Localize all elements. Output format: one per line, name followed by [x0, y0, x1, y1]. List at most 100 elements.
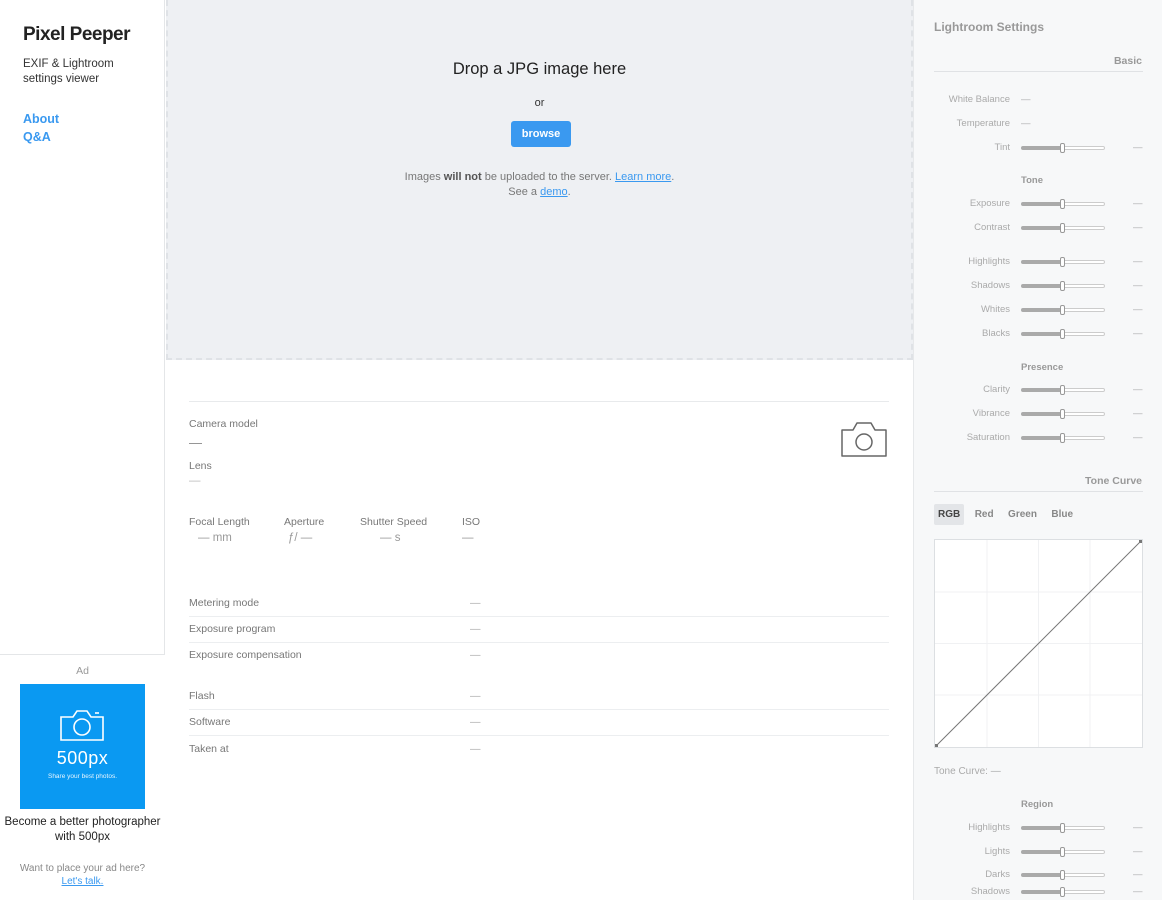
saturation-slider[interactable]	[1021, 433, 1105, 443]
setting-value: —	[1133, 886, 1143, 897]
exposure-slider[interactable]	[1021, 199, 1105, 209]
shadows-slider[interactable]	[1021, 281, 1105, 291]
ad-brand-sub: Share your best photos.	[47, 773, 117, 780]
region-darks-slider[interactable]	[1021, 870, 1105, 880]
slider-handle[interactable]	[1060, 433, 1065, 443]
highlights-slider[interactable]	[1021, 257, 1105, 267]
setting-value: —	[1133, 408, 1143, 419]
ad-label: Ad	[76, 665, 89, 677]
section-divider	[934, 71, 1143, 72]
lightroom-title: Lightroom Settings	[934, 20, 1044, 34]
exif-row-value: —	[470, 690, 481, 702]
setting-vibrance: Vibrance —	[914, 406, 1162, 422]
browse-button[interactable]: browse	[511, 121, 571, 147]
setting-temperature: Temperature —	[914, 116, 1162, 132]
nav-link-about[interactable]: About	[23, 110, 59, 128]
tab-blue[interactable]: Blue	[1047, 504, 1077, 525]
exif-row-value: —	[470, 649, 481, 661]
sidebar-nav: About Q&A	[23, 110, 59, 146]
slider-handle[interactable]	[1060, 199, 1065, 209]
lens-value: —	[189, 475, 201, 487]
setting-region-darks: Darks —	[914, 867, 1162, 883]
slider-handle[interactable]	[1060, 887, 1065, 897]
slider-handle[interactable]	[1060, 281, 1065, 291]
exif-row-flash: Flash —	[189, 684, 889, 710]
focal-length-value: — mm	[198, 532, 232, 544]
setting-whites: Whites —	[914, 302, 1162, 318]
setting-value: —	[1133, 328, 1143, 339]
blacks-slider[interactable]	[1021, 329, 1105, 339]
setting-label: Vibrance	[972, 408, 1010, 419]
exif-row-metering: Metering mode —	[189, 591, 889, 617]
group-presence: Presence	[1021, 362, 1064, 373]
setting-label: White Balance	[948, 94, 1010, 105]
exif-row-label: Metering mode	[189, 597, 260, 609]
site-title[interactable]: Pixel Peeper	[23, 24, 131, 46]
group-region: Region	[1021, 799, 1054, 810]
setting-contrast: Contrast —	[914, 220, 1162, 236]
setting-label: Highlights	[968, 256, 1010, 267]
slider-handle[interactable]	[1060, 257, 1065, 267]
setting-label: Exposure	[969, 198, 1010, 209]
setting-value: —	[1133, 846, 1143, 857]
shutter-speed-value: — s	[380, 532, 401, 544]
learn-more-link[interactable]: Learn more	[615, 171, 671, 183]
ad-banner[interactable]: 500px Share your best photos.	[20, 684, 145, 809]
slider-handle[interactable]	[1060, 847, 1065, 857]
ad-contact-link[interactable]: Let's talk.	[62, 876, 104, 887]
setting-label: Lights	[984, 846, 1010, 857]
camera-icon	[60, 710, 104, 741]
iso-value: —	[462, 532, 474, 544]
vibrance-slider[interactable]	[1021, 409, 1105, 419]
setting-label: Temperature	[956, 118, 1010, 129]
tab-red[interactable]: Red	[971, 504, 998, 525]
setting-label: Tint	[994, 142, 1010, 153]
contrast-slider[interactable]	[1021, 223, 1105, 233]
demo-link[interactable]: demo	[540, 186, 568, 198]
left-sidebar: Pixel Peeper EXIF & Lightroom settings v…	[0, 0, 165, 900]
curve-point-bottom[interactable]	[935, 744, 938, 747]
region-highlights-slider[interactable]	[1021, 823, 1105, 833]
tone-curve-svg	[935, 540, 1142, 747]
tint-slider[interactable]	[1021, 143, 1105, 153]
drop-zone-title: Drop a JPG image here	[452, 60, 627, 78]
ad-title[interactable]: Become a better photographer with 500px	[0, 815, 165, 845]
curve-point-top[interactable]	[1139, 540, 1142, 543]
region-shadows-slider[interactable]	[1021, 887, 1105, 897]
slider-handle[interactable]	[1060, 329, 1065, 339]
slider-handle[interactable]	[1060, 385, 1065, 395]
camera-model-label: Camera model	[189, 418, 258, 430]
setting-value: —	[1133, 384, 1143, 395]
setting-region-highlights: Highlights —	[914, 820, 1162, 836]
slider-handle[interactable]	[1060, 870, 1065, 880]
setting-label: Whites	[980, 304, 1010, 315]
setting-white-balance: White Balance —	[914, 92, 1162, 108]
setting-value: —	[1133, 280, 1143, 291]
setting-value: —	[1133, 222, 1143, 233]
camera-model-value: —	[189, 435, 202, 450]
slider-handle[interactable]	[1060, 409, 1065, 419]
slider-handle[interactable]	[1060, 223, 1065, 233]
slider-handle[interactable]	[1060, 305, 1065, 315]
tab-rgb[interactable]: RGB	[934, 504, 965, 525]
drop-zone[interactable]: Drop a JPG image here or browse Images w…	[166, 0, 913, 360]
setting-shadows: Shadows —	[914, 278, 1162, 294]
note-period: .	[671, 171, 675, 183]
lightroom-panel: Lightroom Settings Basic White Balance —…	[913, 0, 1162, 900]
slider-handle[interactable]	[1060, 823, 1065, 833]
demo-period: .	[567, 186, 571, 198]
ad-footer-text: Want to place your ad here?	[19, 863, 146, 874]
exif-row-exposure-program: Exposure program —	[189, 617, 889, 643]
nav-link-qa[interactable]: Q&A	[23, 128, 59, 146]
tab-green[interactable]: Green	[1004, 504, 1041, 525]
shutter-speed-label: Shutter Speed	[360, 516, 428, 528]
setting-label: Clarity	[983, 384, 1010, 395]
slider-handle[interactable]	[1060, 143, 1065, 153]
exif-row-label: Software	[189, 716, 231, 728]
demo-text: See a	[508, 186, 541, 198]
setting-value: —	[1133, 198, 1143, 209]
whites-slider[interactable]	[1021, 305, 1105, 315]
tone-curve-graph[interactable]	[934, 539, 1143, 748]
region-lights-slider[interactable]	[1021, 847, 1105, 857]
clarity-slider[interactable]	[1021, 385, 1105, 395]
